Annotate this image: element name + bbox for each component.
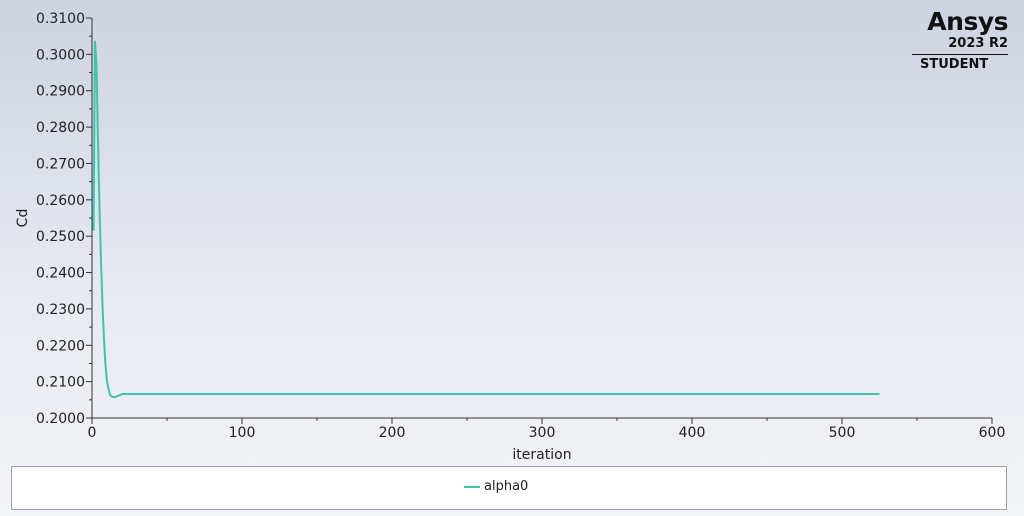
y-tick-label: 0.2100 [36, 375, 85, 391]
legend-swatch [464, 485, 480, 488]
x-tick-label: 200 [379, 425, 406, 441]
y-tick-label: 0.2400 [36, 266, 85, 282]
ansys-logo: Ansys 2023 R2 STUDENT [912, 7, 1009, 72]
x-tick-label: 100 [229, 425, 256, 441]
y-tick-labels: 0.2000 0.2100 0.2200 0.2300 0.2400 0.2500 0.26… [36, 11, 85, 427]
x-axis-label: iteration [512, 447, 571, 463]
x-tick-label: 0 [88, 425, 97, 441]
legend: alpha0 [11, 466, 1007, 510]
y-tick-label: 0.2600 [36, 193, 85, 209]
chart-axes [86, 17, 993, 424]
x-tick-label: 300 [529, 425, 556, 441]
y-tick-label: 0.2700 [36, 156, 85, 172]
y-tick-label: 0.2000 [36, 411, 85, 427]
y-axis-label: Cd [15, 209, 31, 228]
chart-svg: 0.2000 0.2100 0.2200 0.2300 0.2400 0.2500 0.26… [15, 11, 1006, 463]
series-line-alpha0 [92, 40, 880, 399]
logo-edition: STUDENT [920, 57, 989, 72]
y-tick-label: 0.2800 [36, 120, 85, 136]
y-tick-label: 0.2900 [36, 84, 85, 100]
x-tick-label: 600 [979, 425, 1006, 441]
logo-name: Ansys [927, 7, 1008, 36]
legend-item-alpha0[interactable]: alpha0 [464, 479, 528, 494]
logo-divider [912, 54, 1008, 55]
x-tick-label: 500 [829, 425, 856, 441]
x-tick-label: 400 [679, 425, 706, 441]
series-group [92, 40, 880, 399]
y-tick-label: 0.2500 [36, 229, 85, 245]
y-tick-label: 0.3100 [36, 11, 85, 27]
y-tick-label: 0.3000 [36, 47, 85, 63]
logo-version: 2023 R2 [948, 36, 1008, 51]
x-tick-labels: 0 100 200 300 400 500 600 [88, 425, 1006, 441]
y-tick-label: 0.2200 [36, 338, 85, 354]
y-tick-label: 0.2300 [36, 302, 85, 318]
legend-label: alpha0 [484, 479, 529, 494]
